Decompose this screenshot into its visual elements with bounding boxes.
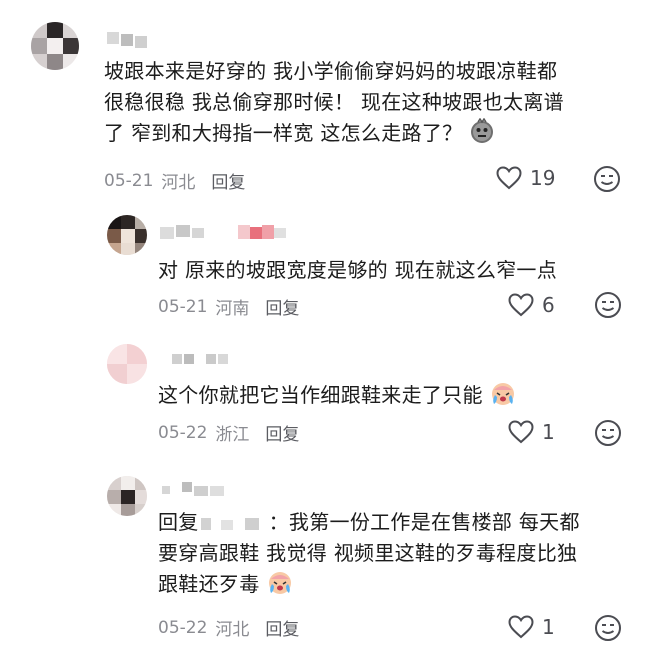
- crying-face-emoji: [269, 572, 292, 594]
- reply-item: 回复 ：我第一份工作是在售楼部 每天都 要穿高跟鞋 我觉得 视频里这鞋的歹毒程度…: [0, 460, 650, 660]
- comment-location: 浙江: [215, 425, 250, 445]
- like-count: 19: [530, 166, 556, 190]
- comment-line: 回复 ：我第一份工作是在售楼部 每天都: [158, 507, 628, 538]
- like-count: 1: [542, 615, 555, 639]
- smiley-face-icon[interactable]: [593, 165, 621, 193]
- comment-date: 05-22: [158, 422, 208, 443]
- comment-item: 坡跟本来是好穿的 我小学偷偷穿妈妈的坡跟凉鞋都 很稳很稳 我总偷穿那时候！ 现在…: [0, 0, 650, 200]
- username-blurred[interactable]: [160, 482, 230, 498]
- heart-outline-icon: [508, 615, 534, 639]
- reply-button[interactable]: 回复: [211, 168, 245, 193]
- heart-outline-icon: [508, 420, 534, 444]
- like-button[interactable]: 19: [496, 166, 555, 190]
- comment-meta: 05-21 河北 回复: [104, 168, 245, 194]
- heart-outline-icon: [508, 293, 534, 317]
- like-button[interactable]: 1: [508, 420, 555, 444]
- avatar[interactable]: [107, 476, 147, 516]
- smiley-face-icon[interactable]: [594, 614, 622, 642]
- comment-meta: 05-21 河南 回复: [158, 294, 299, 320]
- smiley-face-icon[interactable]: [594, 291, 622, 319]
- comment-line: 这个你就把它当作细跟鞋来走了只能: [158, 380, 628, 411]
- comment-location: 河南: [215, 299, 250, 319]
- username-blurred[interactable]: [160, 225, 300, 241]
- like-button[interactable]: 1: [508, 615, 555, 639]
- comment-meta: 05-22 河北 回复: [158, 615, 299, 641]
- username-blurred[interactable]: [172, 352, 232, 368]
- comment-location: 河北: [215, 620, 250, 640]
- like-count: 6: [542, 293, 555, 317]
- comment-line-text: 这个你就把它当作细跟鞋来走了只能: [158, 383, 483, 407]
- comment-line: 对 原来的坡跟宽度是够的 现在就这么窄一点: [158, 258, 558, 282]
- comment-line-text: 了 窄到和大拇指一样宽 这怎么走路了？: [104, 121, 463, 145]
- comment-line: 坡跟本来是好穿的 我小学偷偷穿妈妈的坡跟凉鞋都: [104, 59, 558, 83]
- comment-text: 回复 ：我第一份工作是在售楼部 每天都 要穿高跟鞋 我觉得 视频里这鞋的歹毒程度…: [158, 507, 628, 600]
- reply-item: 这个你就把它当作细跟鞋来走了只能 05-22 浙江 回复 1: [0, 330, 650, 455]
- comment-date: 05-21: [158, 296, 208, 317]
- reply-button[interactable]: 回复: [265, 615, 299, 640]
- comment-text: 坡跟本来是好穿的 我小学偷偷穿妈妈的坡跟凉鞋都 很稳很稳 我总偷穿那时候！ 现在…: [104, 56, 634, 149]
- comment-line: 要穿高跟鞋 我觉得 视频里这鞋的歹毒程度比独: [158, 541, 578, 565]
- comment-line: 了 窄到和大拇指一样宽 这怎么走路了？: [104, 118, 634, 149]
- comment-location: 河北: [161, 173, 196, 193]
- reply-item: 对 原来的坡跟宽度是够的 现在就这么窄一点 05-21 河南 回复 6: [0, 205, 650, 325]
- reply-colon: ：: [268, 510, 289, 534]
- reply-button[interactable]: 回复: [265, 294, 299, 319]
- reply-button[interactable]: 回复: [265, 420, 299, 445]
- comment-meta: 05-22 浙江 回复: [158, 420, 299, 446]
- like-count: 1: [542, 420, 555, 444]
- comment-date: 05-22: [158, 617, 208, 638]
- comment-line: 跟鞋还歹毒: [158, 569, 628, 600]
- comment-date: 05-21: [104, 170, 154, 191]
- avatar[interactable]: [107, 344, 147, 384]
- crying-face-emoji: [492, 383, 515, 405]
- neutral-face-emoji: [471, 118, 494, 143]
- heart-outline-icon: [496, 166, 522, 190]
- comment-line-text: 跟鞋还歹毒: [158, 572, 260, 596]
- avatar[interactable]: [31, 22, 79, 70]
- like-button[interactable]: 6: [508, 293, 555, 317]
- comment-line-text: 我第一份工作是在售楼部 每天都: [288, 510, 580, 534]
- comment-text: 对 原来的坡跟宽度是够的 现在就这么窄一点: [158, 255, 628, 286]
- smiley-face-icon[interactable]: [594, 419, 622, 447]
- comment-text: 这个你就把它当作细跟鞋来走了只能: [158, 380, 628, 411]
- avatar[interactable]: [107, 215, 147, 255]
- comment-line: 很稳很稳 我总偷穿那时候！ 现在这种坡跟也太离谱: [104, 90, 564, 114]
- username-blurred[interactable]: [107, 32, 155, 48]
- reply-prefix: 回复: [158, 510, 199, 534]
- mentioned-user-blurred[interactable]: [199, 514, 269, 534]
